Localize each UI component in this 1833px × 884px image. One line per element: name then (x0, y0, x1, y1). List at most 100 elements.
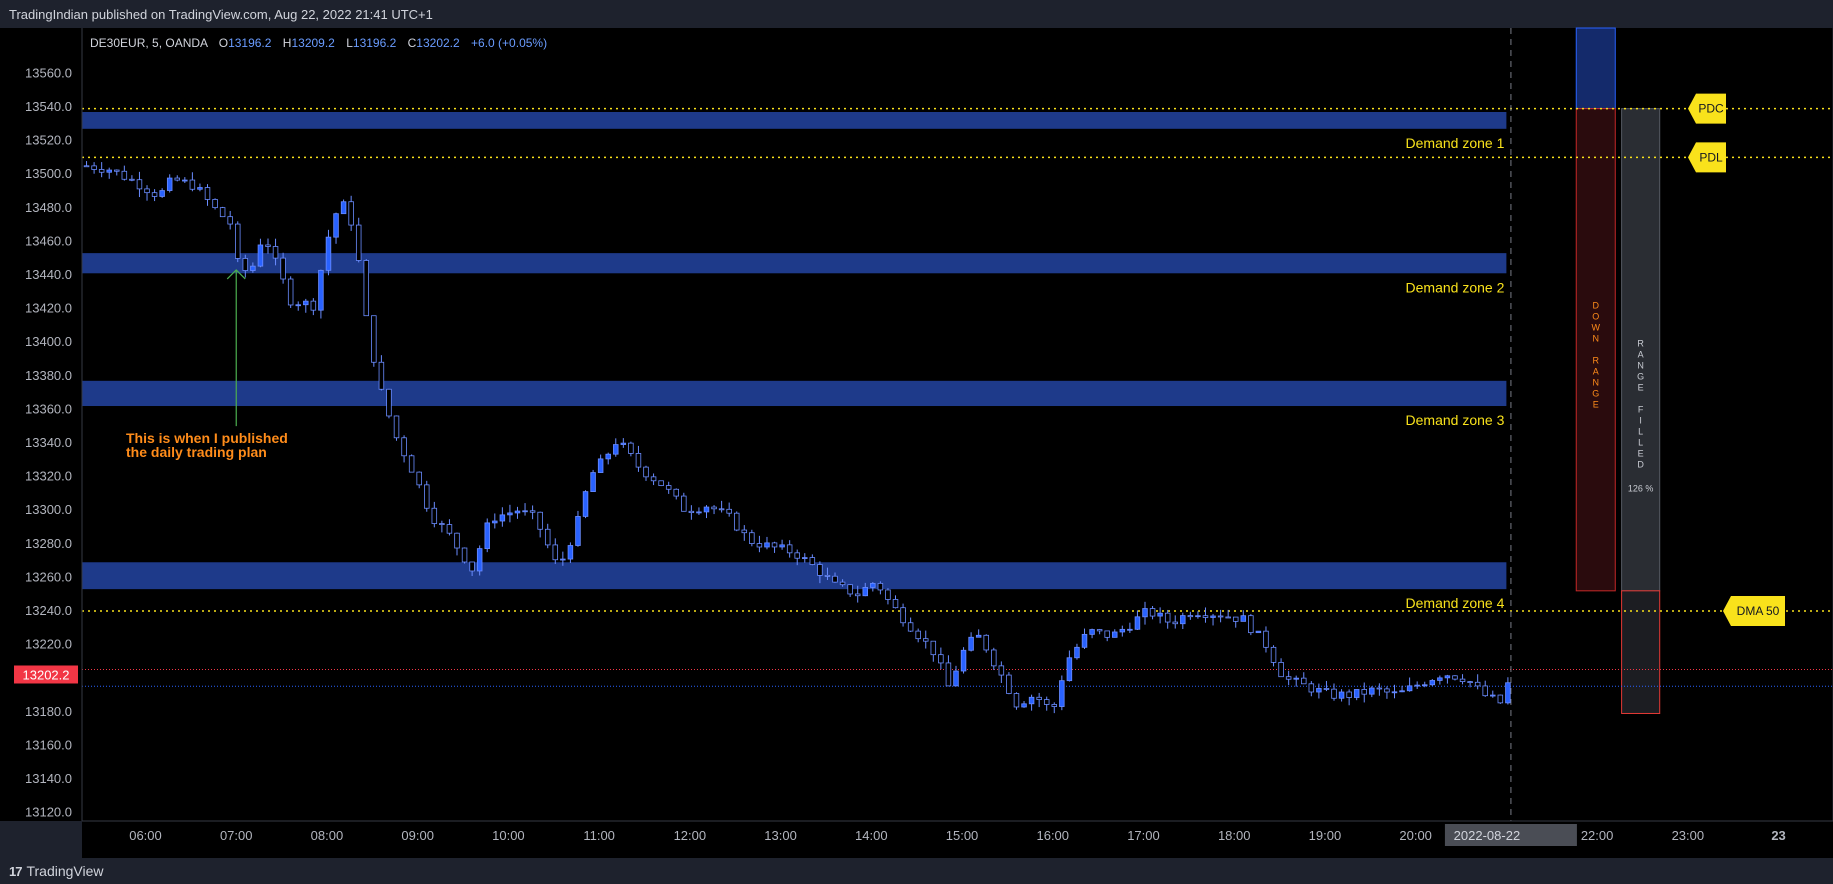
time-tick-label: 07:00 (220, 828, 253, 843)
candle-body (1142, 608, 1148, 618)
candle-body (1353, 689, 1360, 698)
candle-body (877, 582, 884, 591)
candle-body (1134, 616, 1141, 630)
candle-body (1323, 688, 1330, 690)
candle-body (476, 548, 483, 572)
down-range-letter: N (1593, 378, 1600, 388)
price-tick-label: 13140.0 (25, 771, 72, 786)
time-tick-label: 08:00 (311, 828, 344, 843)
time-tick-label: 14:00 (855, 828, 888, 843)
range-filled-overflow-box (1621, 590, 1661, 714)
candle-body (386, 388, 392, 417)
price-tick-label: 13120.0 (25, 805, 72, 820)
candle-body (151, 192, 158, 197)
time-axis[interactable]: 06:00 07:00 08:00 09:00 10:00 11:00 12:00 13:00… (82, 820, 1833, 858)
candle-body (333, 213, 339, 238)
candle-body (250, 265, 256, 271)
price-axis[interactable]: 13560.0 13540.0 13520.0 13500.0 13480.0 13460… (0, 28, 83, 821)
candle-body (885, 589, 891, 600)
range-filled-label: RANGE FILLED (1637, 339, 1644, 470)
price-tick-label: 13520.0 (25, 133, 72, 148)
candle-body (272, 246, 279, 259)
pdl-label-text: PDL (1699, 150, 1723, 164)
candle-body (1180, 615, 1186, 625)
down-range-letter: D (1593, 301, 1600, 311)
price-tick-label: 13260.0 (25, 569, 72, 584)
candle-body (355, 224, 362, 261)
candle-body (809, 557, 816, 565)
candle-body (1013, 693, 1020, 708)
candle-body (582, 491, 589, 517)
candle-body (1232, 616, 1239, 622)
time-tick-label: 17:00 (1127, 828, 1160, 843)
time-tick-label: 06:00 (129, 828, 162, 843)
time-tick-label: 12:00 (674, 828, 707, 843)
candle-body (83, 165, 90, 168)
high-value: 13209.2 (291, 36, 335, 50)
close-label: C (408, 36, 417, 50)
candle-body (1112, 631, 1118, 638)
candle-body (454, 532, 460, 549)
range-filled-letter: L (1638, 438, 1643, 448)
candle-body (771, 542, 778, 548)
down-range-letter: A (1593, 367, 1599, 377)
candle-body (1301, 677, 1307, 685)
candle-body (779, 544, 785, 548)
range-filled-letter: E (1638, 449, 1644, 459)
crosshair-time-label: 2022-08-22 (1454, 828, 1521, 843)
candle-body (960, 649, 967, 672)
down-range-extension (1575, 27, 1616, 110)
footer: 17 TradingView (0, 858, 1833, 884)
down-range-letter: W (1592, 323, 1601, 333)
tradingview-logo-icon[interactable]: 17 (9, 864, 23, 879)
candle-body (590, 472, 596, 493)
candle-body (1217, 615, 1224, 618)
brand-name[interactable]: TradingView (26, 863, 103, 879)
candle-body (371, 315, 377, 363)
price-tick-label: 13340.0 (25, 435, 72, 450)
time-tick-label: 15:00 (946, 828, 979, 843)
candle-body (1369, 687, 1375, 695)
candle-body (340, 201, 347, 215)
candle-body (166, 177, 173, 191)
candle-body (650, 476, 657, 482)
candle-body (658, 480, 664, 486)
candle-body (892, 599, 899, 609)
candle-body (310, 300, 317, 311)
candle-body (424, 484, 430, 509)
range-filled-letter: L (1638, 427, 1643, 437)
candle-body (620, 442, 627, 445)
range-filled-letter: I (1639, 416, 1642, 426)
candle-body (363, 260, 370, 317)
candle-body (393, 415, 400, 439)
open-label: O (219, 36, 228, 50)
candle-body (998, 665, 1005, 676)
candle-body (446, 524, 453, 534)
dma50-label-text: DMA 50 (1737, 604, 1780, 618)
range-filled-letter: N (1637, 361, 1644, 371)
candle-body (605, 453, 611, 460)
pdc-label-text: PDC (1698, 102, 1724, 116)
price-tick-label: 13320.0 (25, 469, 72, 484)
candlestick-chart[interactable]: Demand zone 1 Demand zone 2 Demand zone 3 D… (0, 0, 1833, 858)
candle-body (1164, 612, 1171, 623)
candle-body (303, 300, 309, 306)
price-tick-label: 13560.0 (25, 65, 72, 80)
candle-body (492, 520, 498, 524)
time-tick-label: 16:00 (1036, 828, 1069, 843)
candle-body (900, 607, 906, 624)
candle-body (1225, 616, 1231, 619)
symbol-info: DE30EUR, 5, OANDA O13196.2 H13209.2 L131… (90, 36, 547, 50)
candle-body (212, 199, 218, 209)
candle-body (257, 244, 264, 267)
range-filled-percent: 126 % (1628, 484, 1654, 494)
candle-body (1421, 684, 1428, 687)
candle-body (870, 582, 876, 588)
candle-body (953, 670, 959, 687)
price-tick-label: 13300.0 (25, 502, 72, 517)
candle-body (1051, 704, 1058, 707)
time-tick-label: 20:00 (1399, 828, 1432, 843)
price-tick-label: 13220.0 (25, 637, 72, 652)
candle-body (227, 216, 233, 225)
candle-body (794, 552, 800, 559)
